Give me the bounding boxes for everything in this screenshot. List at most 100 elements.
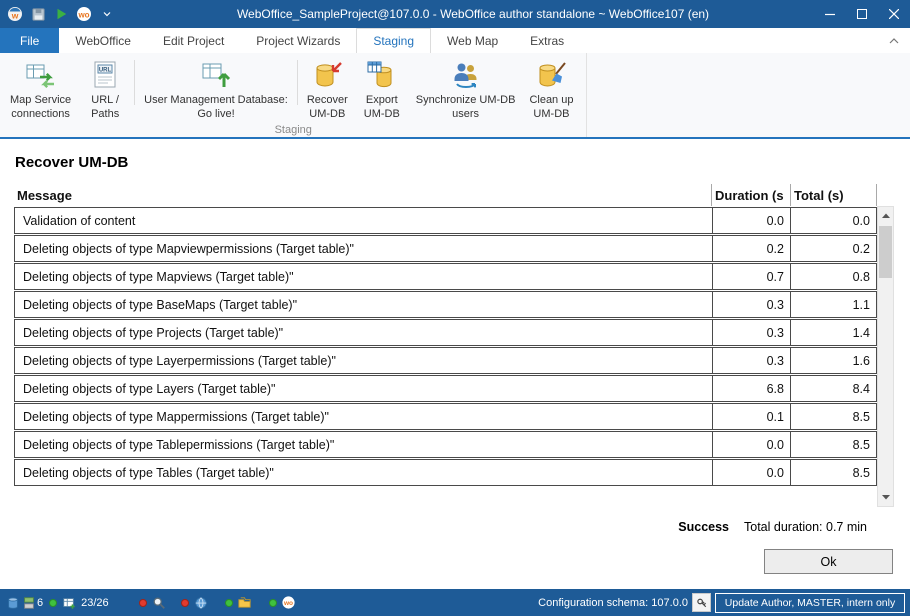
app-icon[interactable]: w [7,6,23,22]
globe-icon[interactable] [193,595,209,611]
tab-extras[interactable]: Extras [514,28,580,53]
disk-icon[interactable] [5,595,21,611]
titlebar: w wo WebOffice_SampleProject@107.0.0 - W… [0,0,910,28]
table-add-icon[interactable] [61,595,77,611]
total-cell: 0.0 [790,208,876,233]
folders-icon[interactable] [237,595,253,611]
web-status-group [181,595,209,611]
magnifier-icon[interactable] [151,595,167,611]
total-cell: 8.5 [790,404,876,429]
message-cell: Deleting objects of type Layerpermission… [15,348,712,373]
total-duration-text: Total duration: 0.7 min [744,520,867,534]
um-db-golive-icon [200,59,232,91]
table-row[interactable]: Deleting objects of type Mappermissions … [14,403,877,430]
caret-down-icon[interactable] [99,6,115,22]
scrollbar-thumb[interactable] [879,226,892,278]
window-title: WebOffice_SampleProject@107.0.0 - WebOff… [132,7,814,21]
total-cell: 1.1 [790,292,876,317]
duration-cell: 6.8 [712,376,790,401]
ribbon-button-label: Map Service connections [10,94,71,122]
files-status-group [225,595,253,611]
duration-cell: 0.1 [712,404,790,429]
weboffice-icon[interactable]: wo [76,6,92,22]
minimize-icon[interactable] [814,0,846,28]
close-icon[interactable] [878,0,910,28]
ribbon-button-label: Clean up UM-DB [529,94,573,122]
run-icon[interactable] [53,6,69,22]
svg-text:URL: URL [99,67,112,73]
table-row[interactable]: Deleting objects of type Layers (Target … [14,375,877,402]
url-paths-icon: URL [89,59,121,91]
ribbon-button-label: URL / Paths [91,94,119,122]
tab-web-map[interactable]: Web Map [431,28,514,53]
duration-cell: 0.0 [712,460,790,485]
table-row[interactable]: Deleting objects of type Tablepermission… [14,431,877,458]
ribbon-button-label: User Management Database: Go live! [144,94,288,122]
table-header: Message Duration (s Total (s) [14,184,877,206]
duration-cell: 0.7 [712,264,790,289]
search-status-group [139,595,167,611]
export-umdb-icon [366,59,398,91]
scroll-down-icon[interactable] [878,489,893,506]
ribbon-button-url-paths[interactable]: URL URL / Paths [78,56,132,125]
maximize-icon[interactable] [846,0,878,28]
green-status-icon [225,599,233,607]
svg-text:wo: wo [77,11,89,20]
tab-project-wizards[interactable]: Project Wizards [240,28,356,53]
duration-cell: 0.0 [712,432,790,457]
ribbon-separator [134,60,135,105]
ribbon-button-export-umdb[interactable]: Export UM-DB [355,56,409,125]
main-content: Recover UM-DB Message Duration (s Total … [0,139,910,574]
ribbon-button-recover-umdb[interactable]: Recover UM-DB [300,56,355,125]
total-cell: 1.4 [790,320,876,345]
ribbon-group-staging: Map Service connections URL URL / Paths [0,53,587,137]
map-service-connections-icon [25,59,57,91]
total-cell: 0.2 [790,236,876,261]
message-cell: Deleting objects of type Mappermissions … [15,404,712,429]
table-row[interactable]: Deleting objects of type Mapviews (Targe… [14,263,877,290]
ribbon-button-cleanup-umdb[interactable]: Clean up UM-DB [522,56,580,125]
ribbon-tab-row: File WebOffice Edit Project Project Wiza… [0,28,910,53]
tab-staging[interactable]: Staging [356,28,431,53]
table-row[interactable]: Deleting objects of type Projects (Targe… [14,319,877,346]
results-table: Message Duration (s Total (s) Validation… [14,184,877,486]
recover-umdb-icon [311,59,343,91]
ribbon-group-label: Staging [0,124,586,136]
table-row[interactable]: Deleting objects of type BaseMaps (Targe… [14,291,877,318]
weboffice-icon[interactable]: wo [281,595,297,611]
check-ratio: 23/26 [81,597,109,609]
svg-text:w: w [11,11,19,21]
update-mode-box[interactable]: Update Author, MASTER, intern only [715,593,905,613]
ok-row: Ok [14,549,895,574]
tab-edit-project[interactable]: Edit Project [147,28,240,53]
ribbon-button-um-db-golive[interactable]: User Management Database: Go live! [137,56,295,125]
table-row[interactable]: Deleting objects of type Layerpermission… [14,347,877,374]
message-cell: Deleting objects of type Projects (Targe… [15,320,712,345]
vertical-scrollbar[interactable] [877,206,894,507]
key-icon[interactable] [692,593,711,612]
column-header-total: Total (s) [790,184,877,206]
save-icon[interactable] [30,6,46,22]
ribbon: Map Service connections URL URL / Paths [0,53,910,139]
configuration-schema-text: Configuration schema: 107.0.0 [538,597,688,609]
table-body: Validation of content 0.0 0.0 Deleting o… [14,207,877,486]
ribbon-button-synchronize-umdb-users[interactable]: Synchronize UM-DB users [409,56,523,125]
table-row[interactable]: Validation of content 0.0 0.0 [14,207,877,234]
tab-file[interactable]: File [0,28,59,53]
ok-button[interactable]: Ok [764,549,893,574]
table-row[interactable]: Deleting objects of type Mapviewpermissi… [14,235,877,262]
scroll-up-icon[interactable] [878,207,893,224]
message-cell: Deleting objects of type Mapviews (Targe… [15,264,712,289]
tab-weboffice[interactable]: WebOffice [59,28,147,53]
total-cell: 8.5 [790,432,876,457]
total-cell: 8.5 [790,460,876,485]
ribbon-separator [297,60,298,105]
server-icon[interactable] [21,595,37,611]
red-status-icon [139,599,147,607]
scrollbar-track[interactable] [878,224,893,489]
collapse-ribbon-icon[interactable] [887,34,901,48]
message-cell: Deleting objects of type Tables (Target … [15,460,712,485]
ribbon-button-map-service-connections[interactable]: Map Service connections [3,56,78,125]
table-row[interactable]: Deleting objects of type Tables (Target … [14,459,877,486]
svg-text:wo: wo [283,600,293,607]
